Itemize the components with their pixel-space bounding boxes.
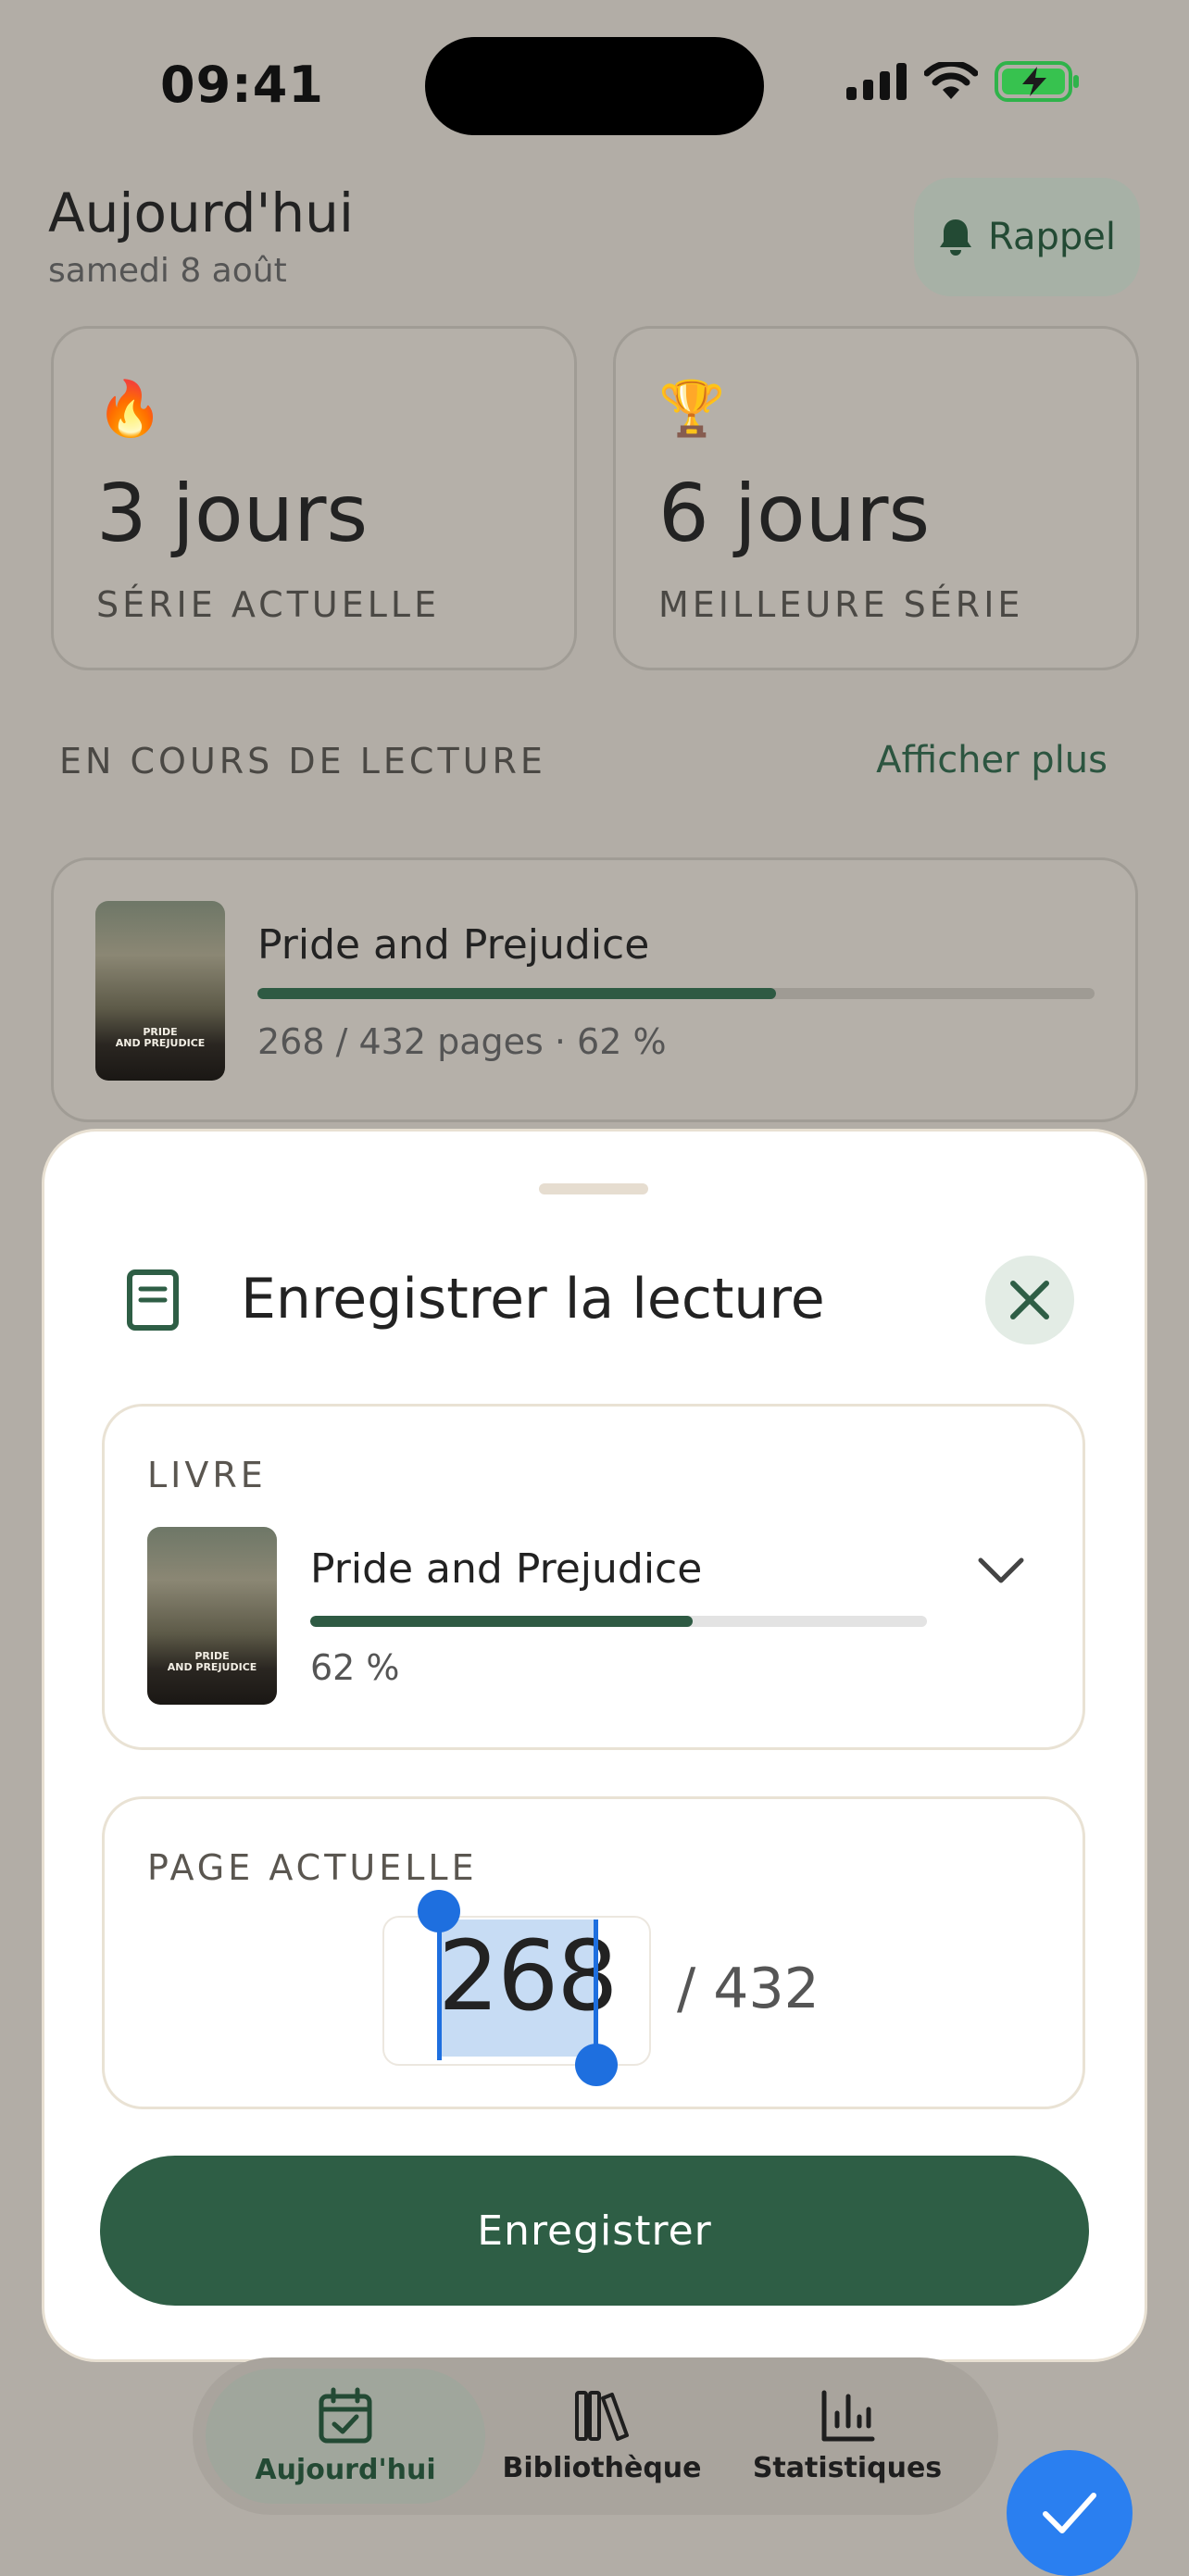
current-book-card[interactable]: PRIDE AND PREJUDICE Pride and Prejudice …: [51, 857, 1138, 1122]
current-page-field: PAGE ACTUELLE 268 / 432: [102, 1796, 1085, 2109]
section-label-reading: EN COURS DE LECTURE: [59, 741, 546, 782]
calendar-check-icon: [319, 2387, 372, 2443]
confirm-fab[interactable]: [1007, 2450, 1133, 2576]
tab-statistics[interactable]: Statistiques: [713, 2357, 982, 2515]
tab-today-label: Aujourd'hui: [255, 2453, 436, 2486]
current-book-progress: [257, 988, 1095, 999]
page-total: / 432: [677, 1957, 820, 2021]
selected-cover-title: PRIDE AND PREJUDICE: [167, 1650, 257, 1673]
status-time: 09:41: [160, 56, 324, 114]
current-streak-value: 3 jours: [96, 468, 369, 560]
sheet-handle[interactable]: [539, 1183, 648, 1194]
tab-library[interactable]: Bibliothèque: [491, 2357, 713, 2515]
bar-chart-icon: [821, 2390, 875, 2441]
page-input-value[interactable]: 268: [438, 1919, 619, 2032]
book-cover: PRIDE AND PREJUDICE: [95, 901, 225, 1081]
wifi-icon: [924, 62, 978, 99]
book-icon: [127, 1269, 179, 1331]
selected-book-percent: 62 %: [310, 1647, 400, 1688]
show-more-link[interactable]: Afficher plus: [876, 739, 1108, 782]
current-book-title: Pride and Prejudice: [257, 921, 650, 969]
dynamic-island: [425, 37, 764, 135]
selected-book-cover: PRIDE AND PREJUDICE: [147, 1527, 277, 1705]
selection-end-caret[interactable]: [594, 1919, 598, 2055]
page-date: samedi 8 août: [48, 252, 287, 290]
selected-book-title: Pride and Prejudice: [310, 1545, 703, 1593]
selection-start-caret[interactable]: [437, 1919, 442, 2060]
tab-statistics-label: Statistiques: [752, 2451, 943, 2484]
page-field-label: PAGE ACTUELLE: [147, 1847, 478, 1888]
status-icons: [846, 61, 1080, 102]
tab-bar: Aujourd'hui Bibliothèque Statistiques: [193, 2357, 998, 2515]
selection-start-handle[interactable]: [418, 1890, 460, 1932]
best-streak-label: MEILLEURE SÉRIE: [658, 584, 1024, 625]
book-field-label: LIVRE: [147, 1455, 267, 1495]
best-streak-card: 🏆 6 jours MEILLEURE SÉRIE: [613, 326, 1139, 670]
battery-charging-icon: [995, 61, 1079, 102]
reminder-button[interactable]: Rappel: [914, 178, 1140, 296]
reminder-label: Rappel: [988, 216, 1116, 258]
save-button[interactable]: Enregistrer: [100, 2156, 1089, 2306]
current-streak-label: SÉRIE ACTUELLE: [96, 584, 441, 625]
current-book-meta: 268 / 432 pages · 62 %: [257, 1021, 667, 1062]
current-book-progress-fill: [257, 988, 777, 999]
chevron-down-icon[interactable]: [977, 1555, 1025, 1584]
tab-today[interactable]: Aujourd'hui: [206, 2369, 485, 2504]
bell-icon: [940, 219, 972, 256]
close-button[interactable]: [985, 1256, 1074, 1344]
tab-library-label: Bibliothèque: [502, 2451, 702, 2484]
checkmark-icon: [1043, 2493, 1096, 2533]
library-icon: [575, 2390, 629, 2441]
best-streak-value: 6 jours: [658, 468, 931, 560]
selected-book-progress-fill: [310, 1616, 693, 1627]
selected-book-progress: [310, 1616, 927, 1627]
current-streak-card: 🔥 3 jours SÉRIE ACTUELLE: [51, 326, 577, 670]
signal-icon: [846, 63, 907, 100]
trophy-icon: 🏆: [658, 377, 726, 440]
page-title: Aujourd'hui: [48, 181, 355, 244]
close-icon: [1010, 1281, 1049, 1319]
log-reading-sheet: Enregistrer la lecture LIVRE PRIDE AND P…: [44, 1132, 1145, 2359]
cover-title: PRIDE AND PREJUDICE: [115, 1026, 206, 1049]
fire-icon: 🔥: [96, 377, 164, 440]
sheet-title: Enregistrer la lecture: [241, 1267, 825, 1332]
book-selector[interactable]: LIVRE PRIDE AND PREJUDICE Pride and Prej…: [102, 1404, 1085, 1750]
selection-end-handle[interactable]: [575, 2044, 618, 2086]
